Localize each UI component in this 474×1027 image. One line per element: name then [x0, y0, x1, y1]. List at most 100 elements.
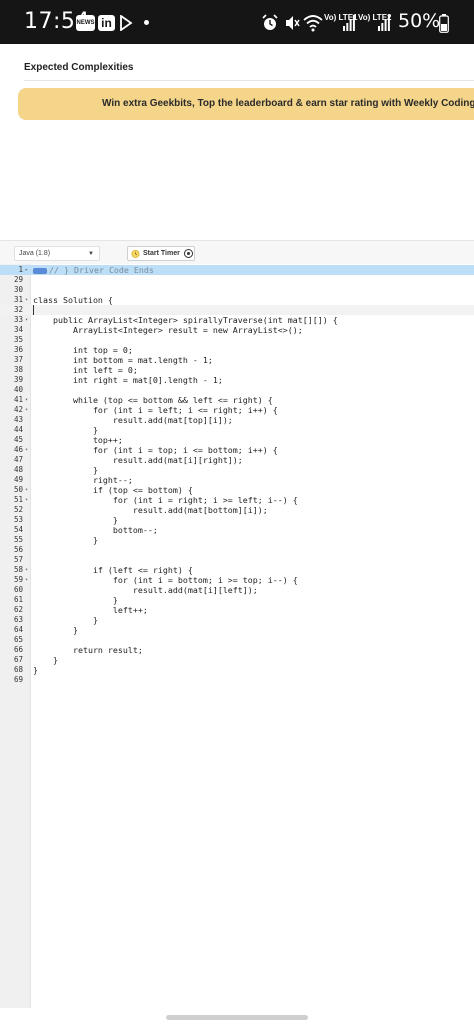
code-text: // } Driver Code Ends: [33, 265, 154, 275]
code-text: }: [33, 465, 98, 475]
code-line[interactable]: 31 ▾ class Solution {: [0, 295, 474, 305]
line-number: 48: [13, 465, 23, 474]
code-line[interactable]: 50 ▾ if (top <= bottom) {: [0, 485, 474, 495]
code-text: }: [33, 535, 98, 545]
line-number: 61: [13, 595, 23, 604]
start-timer-button[interactable]: Start Timer: [127, 246, 195, 261]
line-number: 57: [13, 555, 23, 564]
line-number: 30: [13, 285, 23, 294]
code-line[interactable]: 60 result.add(mat[i][left]);: [0, 585, 474, 595]
code-line[interactable]: 32: [0, 305, 474, 315]
code-line[interactable]: 30: [0, 285, 474, 295]
code-line[interactable]: 68}: [0, 665, 474, 675]
code-line[interactable]: 59 ▾ for (int i = bottom; i >= top; i--) …: [0, 575, 474, 585]
code-comment: // } Driver Code Ends: [49, 265, 154, 275]
line-number: 38: [13, 365, 23, 374]
editor-toolbar: Java (1.8) ▼ Start Timer: [0, 240, 474, 264]
code-line[interactable]: 42 ▾ for (int i = left; i <= right; i++) …: [0, 405, 474, 415]
code-text: }: [33, 595, 118, 605]
line-number: 44: [13, 425, 23, 434]
home-indicator[interactable]: [166, 1015, 308, 1020]
line-number: 31: [13, 295, 23, 304]
line-number: 52: [13, 505, 23, 514]
line-number: 60: [13, 585, 23, 594]
code-line[interactable]: 58 ▾ if (left <= right) {: [0, 565, 474, 575]
code-line[interactable]: 57: [0, 555, 474, 565]
code-line[interactable]: 37 int bottom = mat.length - 1;: [0, 355, 474, 365]
line-number: 34: [13, 325, 23, 334]
fold-toggle-icon[interactable]: ▾: [23, 295, 30, 305]
folded-region-icon[interactable]: [33, 267, 47, 274]
fold-toggle-icon[interactable]: ▾: [23, 315, 30, 325]
code-line[interactable]: 67 }: [0, 655, 474, 665]
code-line[interactable]: 34 ArrayList<Integer> result = new Array…: [0, 325, 474, 335]
code-text: result.add(mat[bottom][i]);: [33, 505, 268, 515]
status-bar: 17:54 NEWS in Vo) LTE1 Vo) LTE2 50%: [0, 0, 474, 44]
fold-toggle-icon[interactable]: ▾: [23, 495, 30, 505]
code-line[interactable]: 62 left++;: [0, 605, 474, 615]
code-line[interactable]: 52 result.add(mat[bottom][i]);: [0, 505, 474, 515]
code-line[interactable]: 53 }: [0, 515, 474, 525]
language-value: Java (1.8): [19, 250, 51, 257]
code-line[interactable]: 43 result.add(mat[top][i]);: [0, 415, 474, 425]
code-line[interactable]: 49 right--;: [0, 475, 474, 485]
code-line[interactable]: 40: [0, 385, 474, 395]
fold-toggle-icon[interactable]: ▸: [23, 265, 30, 275]
code-line[interactable]: 55 }: [0, 535, 474, 545]
code-text: int bottom = mat.length - 1;: [33, 355, 213, 365]
line-number: 36: [13, 345, 23, 354]
code-line[interactable]: 45 top++;: [0, 435, 474, 445]
code-line[interactable]: 64 }: [0, 625, 474, 635]
code-line[interactable]: 66 return result;: [0, 645, 474, 655]
weekly-contest-banner[interactable]: Win extra Geekbits, Top the leaderboard …: [18, 88, 474, 120]
fold-toggle-icon[interactable]: ▾: [23, 575, 30, 585]
notification-dot-icon: [144, 20, 149, 25]
banner-text: Win extra Geekbits, Top the leaderboard …: [102, 98, 474, 109]
code-line[interactable]: 51 ▾ for (int i = right; i >= left; i--) …: [0, 495, 474, 505]
code-line[interactable]: 56: [0, 545, 474, 555]
code-line[interactable]: 29: [0, 275, 474, 285]
code-line[interactable]: 48 }: [0, 465, 474, 475]
fold-toggle-icon[interactable]: ▾: [23, 395, 30, 405]
news-app-icon: NEWS: [76, 15, 95, 31]
code-line[interactable]: 1 ▸ // } Driver Code Ends: [0, 265, 474, 275]
line-number: 65: [13, 635, 23, 644]
code-line[interactable]: 46 ▾ for (int i = top; i <= bottom; i++) …: [0, 445, 474, 455]
line-number: 1: [18, 265, 23, 274]
code-line[interactable]: 69: [0, 675, 474, 685]
code-text: result.add(mat[top][i]);: [33, 415, 233, 425]
code-line[interactable]: 39 int right = mat[0].length - 1;: [0, 375, 474, 385]
code-line[interactable]: 47 result.add(mat[i][right]);: [0, 455, 474, 465]
signal-strength-icon: [378, 15, 390, 31]
code-line[interactable]: 54 bottom--;: [0, 525, 474, 535]
code-line[interactable]: 65: [0, 635, 474, 645]
language-select[interactable]: Java (1.8) ▼: [14, 246, 100, 261]
line-number: 47: [13, 455, 23, 464]
code-line[interactable]: 38 int left = 0;: [0, 365, 474, 375]
code-line[interactable]: 33 ▾ public ArrayList<Integer> spirallyTr…: [0, 315, 474, 325]
fold-toggle-icon[interactable]: ▾: [23, 445, 30, 455]
code-editor[interactable]: 1 ▸ // } Driver Code Ends 29 30 31 ▾ class Solu…: [0, 264, 474, 1008]
start-timer-label: Start Timer: [143, 250, 180, 257]
play-store-icon: [120, 15, 133, 31]
code-text: int top = 0;: [33, 345, 133, 355]
code-line[interactable]: 61 }: [0, 595, 474, 605]
chevron-down-icon: ▼: [88, 251, 94, 257]
code-line[interactable]: 41 ▾ while (top <= bottom && left <= righ…: [0, 395, 474, 405]
line-number: 66: [13, 645, 23, 654]
expected-complexities-heading[interactable]: Expected Complexities: [24, 62, 133, 73]
divider: [24, 80, 474, 81]
code-line[interactable]: 44 }: [0, 425, 474, 435]
code-line[interactable]: 63 }: [0, 615, 474, 625]
fold-toggle-icon[interactable]: ▾: [23, 565, 30, 575]
code-line[interactable]: 36 int top = 0;: [0, 345, 474, 355]
code-text: }: [33, 515, 118, 525]
fold-toggle-icon[interactable]: ▾: [23, 405, 30, 415]
fold-toggle-icon[interactable]: ▾: [23, 485, 30, 495]
code-text: if (left <= right) {: [33, 565, 193, 575]
code-text: }: [33, 665, 38, 675]
code-text: bottom--;: [33, 525, 158, 535]
line-number: 50: [13, 485, 23, 494]
code-line[interactable]: 35: [0, 335, 474, 345]
stop-icon[interactable]: [184, 249, 193, 258]
